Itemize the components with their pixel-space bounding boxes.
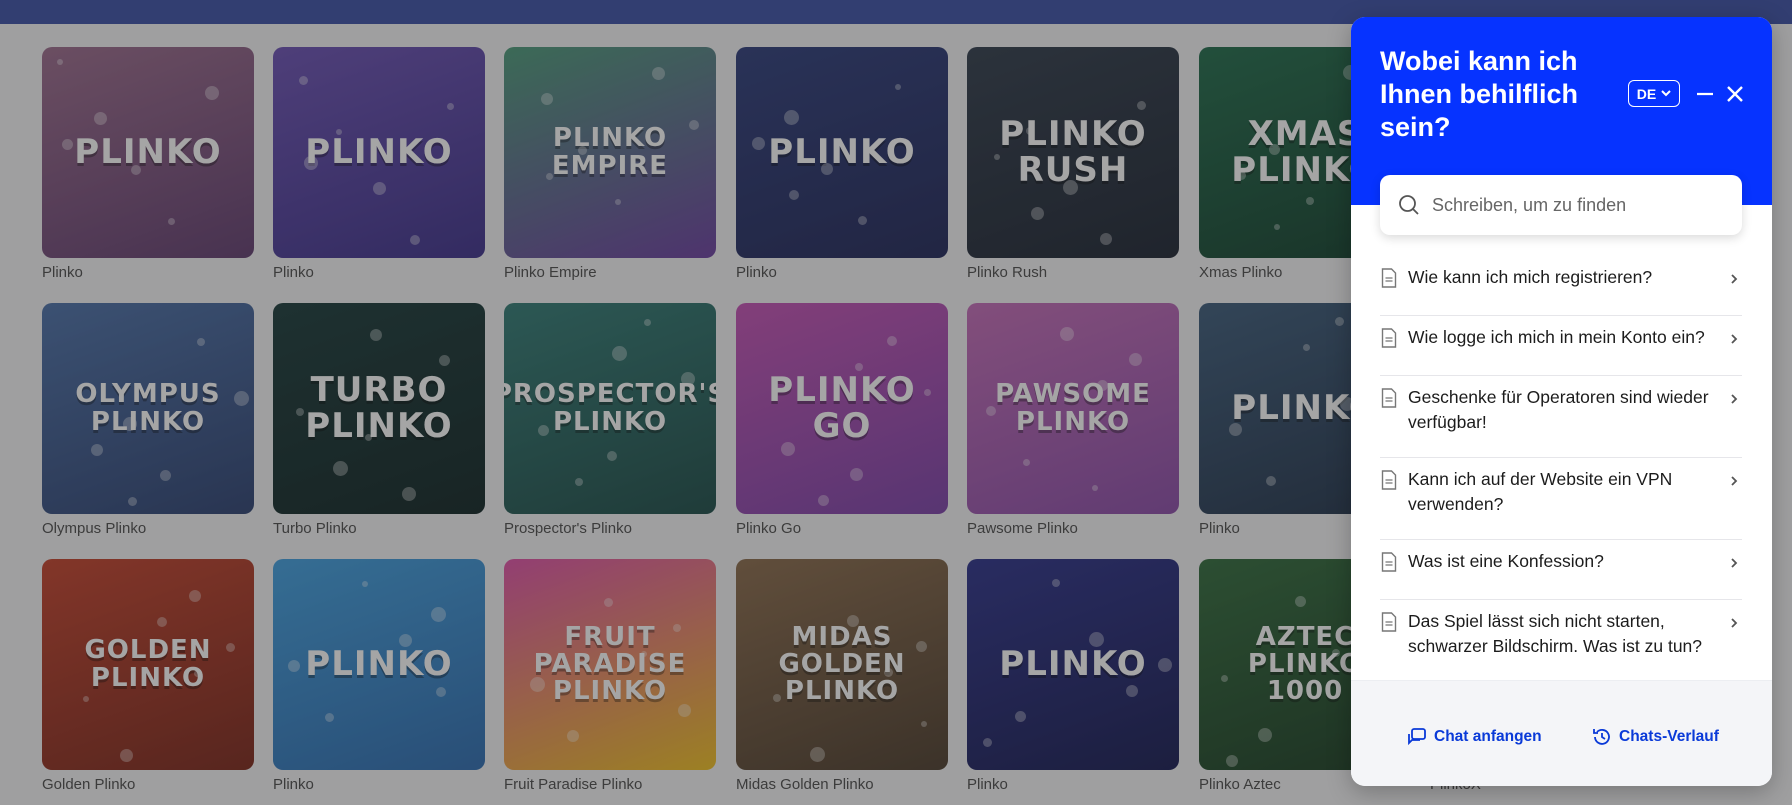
- faq-question: Wie logge ich mich in mein Konto ein?: [1408, 327, 1705, 347]
- document-icon: [1381, 612, 1397, 632]
- chevron-down-icon: [1661, 90, 1671, 97]
- faq-question: Wie kann ich mich registrieren?: [1408, 267, 1653, 287]
- close-icon: [1727, 86, 1743, 102]
- chat-history-label: Chats-Verlauf: [1619, 728, 1719, 745]
- chat-bubbles-icon: [1408, 728, 1426, 746]
- history-icon: [1593, 729, 1610, 745]
- start-chat-button[interactable]: Chat anfangen: [1406, 726, 1542, 748]
- faq-question: Was ist eine Konfession?: [1408, 551, 1604, 571]
- help-search-box: [1380, 175, 1742, 235]
- help-search-input[interactable]: [1430, 193, 1724, 217]
- close-button[interactable]: [1724, 83, 1746, 105]
- faq-item[interactable]: Wie kann ich mich registrieren?: [1380, 256, 1742, 316]
- start-chat-label: Chat anfangen: [1434, 728, 1542, 745]
- faq-item[interactable]: Wie logge ich mich in mein Konto ein?: [1380, 316, 1742, 376]
- minimize-icon: [1697, 92, 1713, 96]
- faq-question: Kann ich auf der Website ein VPN verwend…: [1408, 469, 1673, 514]
- document-icon: [1381, 470, 1397, 490]
- help-widget: Wobei kann ich Ihnen behilflich sein? DE…: [1351, 17, 1772, 786]
- chevron-right-icon: [1731, 476, 1738, 486]
- faq-item[interactable]: Kann ich auf der Website ein VPN verwend…: [1380, 458, 1742, 540]
- chevron-right-icon: [1731, 394, 1738, 404]
- document-icon: [1381, 388, 1397, 408]
- language-selector[interactable]: DE: [1628, 80, 1680, 107]
- language-code: DE: [1636, 85, 1657, 102]
- chat-history-button[interactable]: Chats-Verlauf: [1591, 726, 1719, 748]
- help-widget-title: Wobei kann ich Ihnen behilflich sein?: [1380, 46, 1579, 142]
- faq-question: Das Spiel lässt sich nicht starten, schw…: [1408, 611, 1703, 656]
- chevron-right-icon: [1731, 334, 1738, 344]
- help-widget-footer: Chat anfangen Chats-Verlauf: [1351, 680, 1772, 786]
- chevron-right-icon: [1731, 558, 1738, 568]
- faq-item[interactable]: Das Spiel lässt sich nicht starten, schw…: [1380, 600, 1742, 682]
- search-icon: [1399, 195, 1419, 215]
- faq-list: Wie kann ich mich registrieren? Wie logge…: [1380, 256, 1742, 682]
- chevron-right-icon: [1731, 618, 1738, 628]
- faq-item[interactable]: Geschenke für Operatoren sind wieder ver…: [1380, 376, 1742, 458]
- chevron-right-icon: [1731, 274, 1738, 284]
- document-icon: [1381, 552, 1397, 572]
- document-icon: [1381, 328, 1397, 348]
- document-icon: [1381, 268, 1397, 288]
- faq-question: Geschenke für Operatoren sind wieder ver…: [1408, 387, 1709, 432]
- minimize-button[interactable]: [1694, 83, 1716, 105]
- faq-item[interactable]: Was ist eine Konfession?: [1380, 540, 1742, 600]
